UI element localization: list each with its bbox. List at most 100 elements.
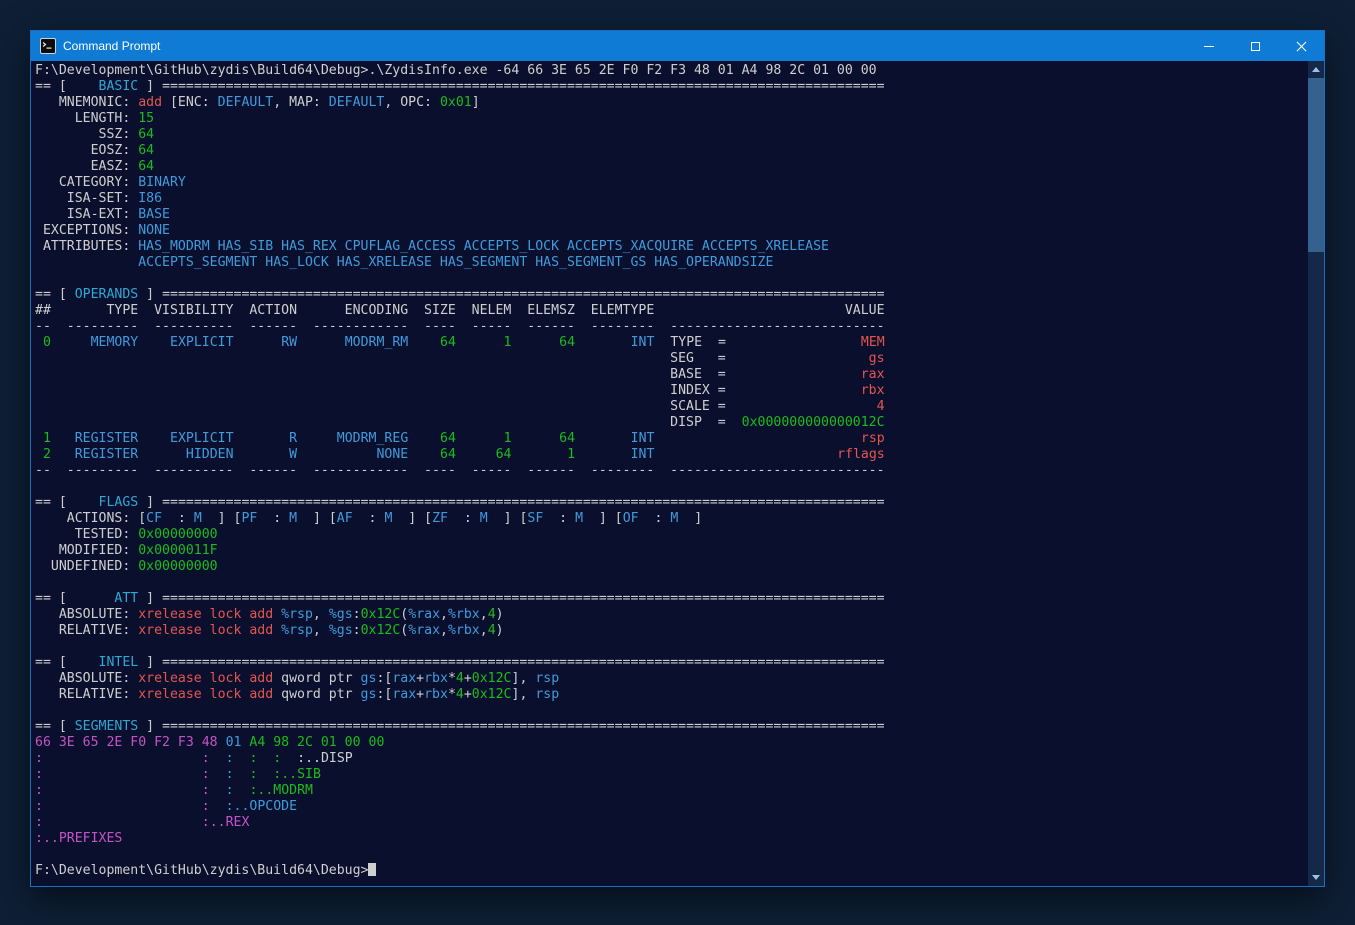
text-span: == [ bbox=[35, 495, 99, 510]
text-span: + bbox=[416, 671, 424, 686]
text-span: F:\Development\GitHub\zydis\Build64\Debu… bbox=[35, 63, 877, 78]
text-span: DISP = bbox=[670, 415, 726, 430]
scroll-up-button[interactable] bbox=[1308, 61, 1324, 78]
text-cursor bbox=[368, 863, 376, 876]
text-span: BASE bbox=[138, 207, 170, 222]
text-span: rbx bbox=[424, 687, 448, 702]
text-span: 2C 01 00 00 bbox=[297, 735, 384, 750]
terminal-line bbox=[35, 575, 1308, 591]
text-span: NONE bbox=[138, 223, 170, 238]
terminal-line: SEG = gs bbox=[35, 351, 1308, 367]
text-span: : bbox=[202, 767, 210, 782]
text-span: rsp bbox=[861, 431, 885, 446]
text-span: xrelease lock add bbox=[138, 623, 273, 638]
terminal-line: EASZ: 64 bbox=[35, 159, 1308, 175]
text-span: R bbox=[289, 431, 297, 446]
scrollbar[interactable] bbox=[1308, 61, 1324, 886]
text-span bbox=[408, 447, 440, 462]
text-span: MODIFIED: bbox=[35, 543, 138, 558]
text-span: MODRM_RM bbox=[345, 335, 409, 350]
terminal-line: ABSOLUTE: xrelease lock add qword ptr gs… bbox=[35, 671, 1308, 687]
text-span: 64 bbox=[440, 335, 456, 350]
text-span bbox=[512, 447, 568, 462]
text-span: AF bbox=[337, 511, 353, 526]
text-span: : bbox=[639, 511, 671, 526]
text-span: ========================================… bbox=[162, 591, 885, 606]
scroll-down-button[interactable] bbox=[1308, 869, 1324, 886]
text-span: M bbox=[480, 511, 488, 526]
text-span: EASZ: bbox=[35, 159, 138, 174]
terminal-line: 2 REGISTER HIDDEN W NONE 64 64 1 INT rfl… bbox=[35, 447, 1308, 463]
text-span: rbx bbox=[861, 383, 885, 398]
window-controls bbox=[1186, 31, 1324, 61]
text-span: , bbox=[313, 607, 329, 622]
text-span: ATTRIBUTES: bbox=[35, 239, 138, 254]
minimize-button[interactable] bbox=[1186, 31, 1232, 61]
text-span: gs bbox=[361, 671, 377, 686]
text-span: , bbox=[480, 623, 488, 638]
maximize-button[interactable] bbox=[1232, 31, 1278, 61]
text-span bbox=[726, 415, 742, 430]
text-span: NONE bbox=[376, 447, 408, 462]
text-span: MNEMONIC: bbox=[35, 95, 138, 110]
text-span bbox=[51, 335, 91, 350]
text-span: ) bbox=[496, 607, 504, 622]
text-span: :[ bbox=[376, 671, 392, 686]
terminal-content: F:\Development\GitHub\zydis\Build64\Debu… bbox=[31, 61, 1324, 886]
title-bar[interactable]: Command Prompt bbox=[31, 31, 1324, 61]
text-span: + bbox=[464, 687, 472, 702]
text-span bbox=[35, 255, 138, 270]
text-span bbox=[43, 799, 202, 814]
terminal-line: MNEMONIC: add [ENC: DEFAULT, MAP: DEFAUL… bbox=[35, 95, 1308, 111]
text-span: %rbx bbox=[448, 607, 480, 622]
text-span: HIDDEN bbox=[186, 447, 234, 462]
text-span bbox=[35, 415, 670, 430]
terminal-line: == [ ATT ] =============================… bbox=[35, 591, 1308, 607]
terminal-line: ISA-EXT: BASE bbox=[35, 207, 1308, 223]
text-span: M bbox=[194, 511, 202, 526]
text-span: 0x01 bbox=[440, 95, 472, 110]
terminal-line: F:\Development\GitHub\zydis\Build64\Debu… bbox=[35, 863, 1308, 879]
text-span: , OPC: bbox=[384, 95, 440, 110]
text-span bbox=[234, 767, 250, 782]
text-span: 4 bbox=[488, 623, 496, 638]
close-button[interactable] bbox=[1278, 31, 1324, 61]
terminal-line: RELATIVE: xrelease lock add %rsp, %gs:0x… bbox=[35, 623, 1308, 639]
text-span: ) bbox=[496, 623, 504, 638]
text-span: ABSOLUTE: bbox=[35, 671, 138, 686]
text-span bbox=[257, 751, 273, 766]
terminal-line: SSZ: 64 bbox=[35, 127, 1308, 143]
terminal-output[interactable]: F:\Development\GitHub\zydis\Build64\Debu… bbox=[31, 61, 1308, 886]
text-span: ] bbox=[678, 511, 702, 526]
text-span: OPERANDS bbox=[75, 287, 139, 302]
text-span: xrelease lock add bbox=[138, 687, 273, 702]
window-title: Command Prompt bbox=[63, 39, 160, 53]
text-span bbox=[138, 335, 170, 350]
text-span: * bbox=[448, 687, 456, 702]
text-span: 0x000000000000012C bbox=[742, 415, 885, 430]
text-span: : bbox=[35, 815, 43, 830]
text-span: ISA-EXT: bbox=[35, 207, 138, 222]
text-span: TYPE = bbox=[654, 335, 725, 350]
text-span bbox=[726, 383, 861, 398]
text-span bbox=[210, 783, 226, 798]
terminal-line: :..PREFIXES bbox=[35, 831, 1308, 847]
text-span bbox=[575, 335, 631, 350]
text-span bbox=[51, 447, 75, 462]
terminal-line: BASE = rax bbox=[35, 367, 1308, 383]
text-span: ] [ bbox=[202, 511, 242, 526]
text-span: 4 bbox=[488, 607, 496, 622]
text-span: BASE = bbox=[670, 367, 726, 382]
text-span: qword ptr bbox=[273, 687, 360, 702]
text-span: MODRM_REG bbox=[337, 431, 408, 446]
text-span: 64 bbox=[138, 127, 154, 142]
text-span: 01 bbox=[226, 735, 250, 750]
text-span bbox=[726, 351, 869, 366]
text-span: 0x0000011F bbox=[138, 543, 217, 558]
text-span: ISA-SET: bbox=[35, 191, 138, 206]
text-span: ========================================… bbox=[162, 719, 885, 734]
text-span bbox=[43, 767, 202, 782]
text-span: : bbox=[35, 783, 43, 798]
terminal-line bbox=[35, 479, 1308, 495]
scrollbar-thumb[interactable] bbox=[1308, 78, 1324, 252]
